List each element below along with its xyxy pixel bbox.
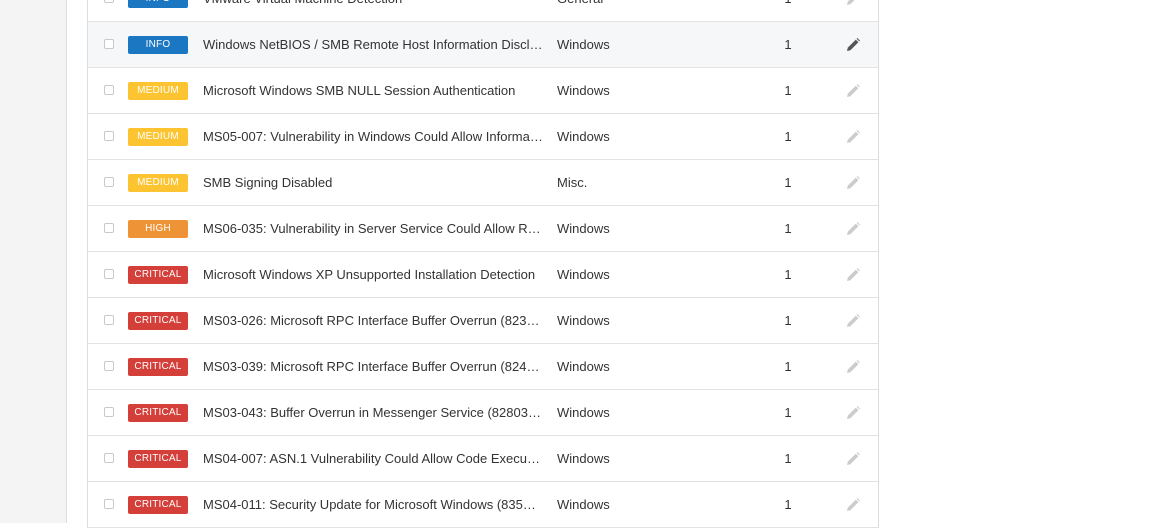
row-checkbox[interactable] (104, 315, 114, 325)
plugin-family: Windows (557, 405, 610, 420)
plugin-family: Windows (557, 267, 610, 282)
table-row[interactable]: CRITICAL MS04-011: Security Update for Mi… (88, 482, 878, 528)
pencil-icon[interactable] (845, 37, 861, 53)
plugin-count: 1 (784, 129, 792, 144)
pencil-icon[interactable] (845, 83, 861, 99)
plugin-count: 1 (784, 37, 792, 52)
plugin-name-link[interactable]: VMware Virtual Machine Detection (203, 0, 543, 8)
severity-badge: CRITICAL (128, 358, 188, 376)
table-row[interactable]: MEDIUM MS05-007: Vulnerability in Windows… (88, 114, 878, 160)
severity-badge: INFO (128, 36, 188, 54)
pencil-icon[interactable] (845, 313, 861, 329)
row-checkbox[interactable] (104, 223, 114, 233)
plugin-family: Windows (557, 451, 610, 466)
plugin-name-link[interactable]: MS06-035: Vulnerability in Server Servic… (203, 220, 543, 238)
table-row[interactable]: INFO Windows NetBIOS / SMB Remote Host In… (88, 22, 878, 68)
vulnerability-table: INFO VMware Virtual Machine Detection Gene… (87, 0, 879, 528)
plugin-family: Windows (557, 221, 610, 236)
plugin-family: General (557, 0, 717, 8)
plugin-count: 1 (784, 451, 792, 466)
plugin-count: 1 (784, 267, 792, 282)
plugin-name-link[interactable]: MS03-026: Microsoft RPC Interface Buffer… (203, 312, 543, 330)
row-checkbox[interactable] (104, 361, 114, 371)
severity-badge: CRITICAL (128, 496, 188, 514)
row-checkbox[interactable] (104, 131, 114, 141)
table-row[interactable]: CRITICAL Microsoft Windows XP Unsupported… (88, 252, 878, 298)
row-checkbox[interactable] (104, 499, 114, 509)
plugin-count: 1 (784, 497, 792, 512)
plugin-name-link[interactable]: MS05-007: Vulnerability in Windows Could… (203, 128, 543, 146)
table-row[interactable]: MEDIUM Microsoft Windows SMB NULL Session… (88, 68, 878, 114)
plugin-name-link[interactable]: MS04-007: ASN.1 Vulnerability Could Allo… (203, 450, 543, 468)
plugin-family: Windows (557, 83, 610, 98)
pencil-icon[interactable] (845, 451, 861, 467)
pencil-icon[interactable] (845, 359, 861, 375)
plugin-family: Windows (557, 359, 610, 374)
pencil-icon[interactable] (845, 497, 861, 513)
table-row[interactable]: HIGH MS06-035: Vulnerability in Server Se… (88, 206, 878, 252)
plugin-name-link[interactable]: MS04-011: Security Update for Microsoft … (203, 496, 543, 514)
plugin-family: Windows (557, 497, 610, 512)
row-checkbox[interactable] (104, 177, 114, 187)
pencil-icon[interactable] (845, 129, 861, 145)
plugin-name-link[interactable]: Microsoft Windows SMB NULL Session Authe… (203, 82, 543, 100)
severity-badge: CRITICAL (128, 450, 188, 468)
row-checkbox[interactable] (104, 407, 114, 417)
severity-badge: CRITICAL (128, 404, 188, 422)
row-checkbox[interactable] (104, 269, 114, 279)
plugin-count: 1 (784, 83, 792, 98)
plugin-family: Windows (557, 37, 610, 52)
pencil-icon[interactable] (845, 267, 861, 283)
row-checkbox[interactable] (104, 85, 114, 95)
table-row[interactable]: CRITICAL MS03-026: Microsoft RPC Interfac… (88, 298, 878, 344)
severity-badge: MEDIUM (128, 128, 188, 146)
plugin-name-link[interactable]: MS03-039: Microsoft RPC Interface Buffer… (203, 358, 543, 376)
plugin-name-link[interactable]: MS03-043: Buffer Overrun in Messenger Se… (203, 404, 543, 422)
plugin-family: Windows (557, 129, 610, 144)
plugin-family: Windows (557, 313, 610, 328)
plugin-count: 1 (784, 175, 792, 190)
table-row[interactable]: CRITICAL MS03-039: Microsoft RPC Interfac… (88, 344, 878, 390)
left-sidebar (0, 0, 67, 523)
severity-badge: CRITICAL (128, 266, 188, 284)
severity-badge: INFO (128, 0, 188, 8)
plugin-count: 1 (784, 359, 792, 374)
plugin-count: 1 (778, 0, 798, 8)
table-row[interactable]: CRITICAL MS03-043: Buffer Overrun in Mess… (88, 390, 878, 436)
table-row[interactable]: INFO VMware Virtual Machine Detection Gene… (88, 0, 878, 22)
plugin-count: 1 (784, 313, 792, 328)
plugin-count: 1 (784, 221, 792, 236)
pencil-icon[interactable] (845, 405, 861, 421)
severity-badge: MEDIUM (128, 82, 188, 100)
row-checkbox[interactable] (104, 0, 114, 3)
row-checkbox[interactable] (104, 453, 114, 463)
severity-badge: HIGH (128, 220, 188, 238)
pencil-icon[interactable] (845, 0, 861, 7)
plugin-name-link[interactable]: Windows NetBIOS / SMB Remote Host Inform… (203, 36, 543, 54)
pencil-icon[interactable] (845, 221, 861, 237)
pencil-icon[interactable] (845, 175, 861, 191)
severity-badge: MEDIUM (128, 174, 188, 192)
plugin-name-link[interactable]: SMB Signing Disabled (203, 174, 543, 192)
plugin-name-link[interactable]: Microsoft Windows XP Unsupported Install… (203, 266, 543, 284)
table-row[interactable]: MEDIUM SMB Signing Disabled Misc. 1 (88, 160, 878, 206)
table-row[interactable]: CRITICAL MS04-007: ASN.1 Vulnerability Co… (88, 436, 878, 482)
row-checkbox[interactable] (104, 39, 114, 49)
plugin-family: Misc. (557, 175, 588, 190)
severity-badge: CRITICAL (128, 312, 188, 330)
plugin-count: 1 (784, 405, 792, 420)
